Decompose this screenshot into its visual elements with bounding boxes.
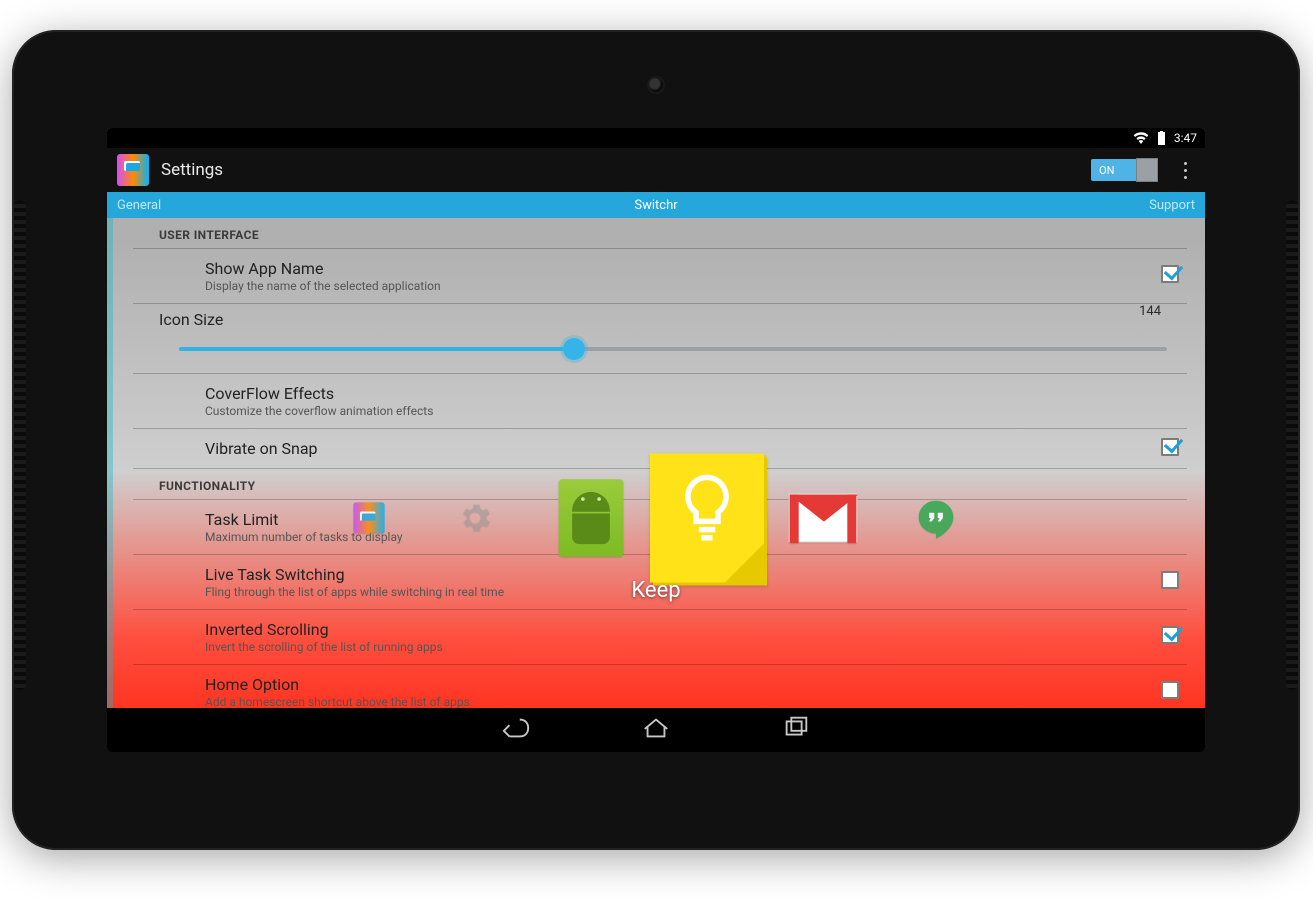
switch-knob[interactable] [1136,158,1158,182]
nav-recents-icon[interactable] [781,715,811,745]
settings-list[interactable]: USER INTERFACE Show App Name Display the… [107,218,1205,708]
wifi-icon [1133,132,1149,144]
nav-back-icon[interactable] [501,715,531,745]
switch-label: ON [1099,164,1114,177]
setting-subtitle: Maximum number of tasks to display [205,530,1187,544]
app-icon [113,150,153,190]
screen: 3:47 Settings ON General Switchr Support… [107,128,1205,752]
clock: 3:47 [1174,131,1197,145]
setting-subtitle: Display the name of the selected applica… [205,279,1187,293]
nav-bar [107,708,1205,752]
icon-size-value: 144 [1139,304,1161,319]
setting-subtitle: Invert the scrolling of the list of runn… [205,640,1187,654]
setting-title: Vibrate on Snap [205,439,1187,458]
section-functionality: FUNCTIONALITY [133,469,1187,500]
setting-title: Live Task Switching [205,565,1187,584]
tab-general[interactable]: General [117,198,161,213]
setting-inverted-scrolling[interactable]: Inverted Scrolling Invert the scrolling … [133,610,1187,665]
setting-home-option[interactable]: Home Option Add a homescreen shortcut ab… [133,665,1187,708]
setting-subtitle: Fling through the list of apps while swi… [205,585,1187,599]
setting-title: Task Limit [205,510,1187,529]
setting-title: CoverFlow Effects [205,384,1187,403]
checkbox[interactable] [1161,681,1179,699]
speaker-right [1286,200,1298,690]
setting-title: Show App Name [205,259,1187,278]
setting-live-task-switching[interactable]: Live Task Switching Fling through the li… [133,555,1187,610]
checkbox[interactable] [1161,265,1179,283]
status-bar: 3:47 [107,128,1205,148]
setting-title: Home Option [205,675,1187,694]
tablet-frame: 3:47 Settings ON General Switchr Support… [12,30,1300,850]
setting-subtitle: Add a homescreen shortcut above the list… [205,695,1187,708]
setting-title: Inverted Scrolling [205,620,1187,639]
nav-home-icon[interactable] [641,715,671,745]
setting-task-limit[interactable]: Task Limit Maximum number of tasks to di… [133,500,1187,555]
setting-coverflow-effects[interactable]: CoverFlow Effects Customize the coverflo… [133,374,1187,429]
tab-support[interactable]: Support [1149,198,1195,213]
slider-track[interactable] [179,347,1167,351]
section-user-interface: USER INTERFACE [133,218,1187,249]
setting-subtitle: Customize the coverflow animation effect… [205,404,1187,418]
tab-bar: General Switchr Support [107,192,1205,218]
slider-fill [179,347,574,351]
setting-show-app-name[interactable]: Show App Name Display the name of the se… [133,249,1187,304]
tab-switchr[interactable]: Switchr [107,198,1205,213]
battery-icon [1157,131,1166,145]
setting-title: Icon Size [159,310,1187,329]
checkbox[interactable] [1161,571,1179,589]
overflow-menu-icon[interactable] [1175,158,1195,182]
action-bar: Settings ON [107,148,1205,192]
master-switch[interactable]: ON [1091,159,1157,181]
checkbox[interactable] [1161,438,1179,456]
checkbox[interactable] [1161,626,1179,644]
setting-vibrate-on-snap[interactable]: Vibrate on Snap [133,429,1187,469]
actionbar-title: Settings [161,160,223,180]
slider-thumb[interactable] [563,338,585,360]
front-camera [649,78,663,92]
setting-icon-size[interactable]: Icon Size 144 [133,304,1187,374]
speaker-left [14,200,26,690]
